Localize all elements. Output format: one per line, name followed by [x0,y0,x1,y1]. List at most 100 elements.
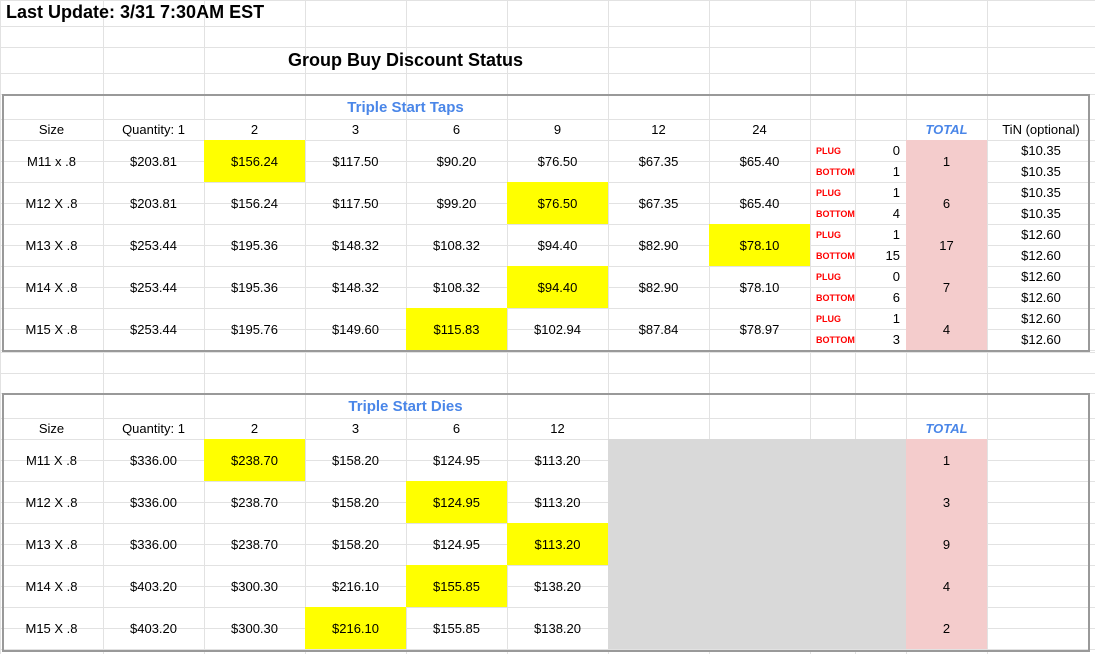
taps-header-cell[interactable]: 9 [507,119,608,140]
taps-size-cell[interactable]: M12 X .8 [0,182,103,224]
dies-price-cell[interactable]: $138.20 [507,607,608,649]
taps-tin-plug-price[interactable]: $12.60 [987,266,1095,287]
dies-price-cell[interactable]: $113.20 [507,481,608,523]
taps-price-cell[interactable]: $67.35 [608,140,709,182]
taps-tin-bottom-price[interactable]: $12.60 [987,245,1095,266]
dies-price-cell[interactable]: $158.20 [305,481,406,523]
dies-price-cell[interactable]: $336.00 [103,523,204,565]
taps-header-cell[interactable]: 24 [709,119,810,140]
dies-price-cell[interactable]: $155.85 [406,565,507,607]
dies-price-cell[interactable]: $300.30 [204,565,305,607]
taps-price-cell[interactable]: $253.44 [103,266,204,308]
taps-price-cell[interactable]: $76.50 [507,182,608,224]
dies-price-cell[interactable]: $124.95 [406,481,507,523]
taps-tin-bottom-price[interactable]: $12.60 [987,329,1095,350]
taps-plug-count[interactable]: 0 [855,140,906,161]
taps-total-cell[interactable]: 17 [906,224,987,266]
taps-tin-bottom-price[interactable]: $10.35 [987,203,1095,224]
dies-price-cell[interactable]: $155.85 [406,607,507,649]
dies-price-cell[interactable]: $300.30 [204,607,305,649]
taps-price-cell[interactable]: $78.10 [709,224,810,266]
dies-price-cell[interactable]: $238.70 [204,481,305,523]
taps-bottom-count[interactable]: 3 [855,329,906,350]
taps-price-cell[interactable]: $115.83 [406,308,507,350]
taps-price-cell[interactable]: $195.76 [204,308,305,350]
taps-size-cell[interactable]: M14 X .8 [0,266,103,308]
dies-price-cell[interactable]: $138.20 [507,565,608,607]
taps-plug-count[interactable]: 1 [855,308,906,329]
dies-header-cell[interactable]: 6 [406,418,507,439]
taps-size-cell[interactable]: M13 X .8 [0,224,103,266]
taps-header-cell[interactable]: Size [0,119,103,140]
taps-price-cell[interactable]: $90.20 [406,140,507,182]
taps-tin-plug-price[interactable]: $10.35 [987,140,1095,161]
taps-plug-label[interactable]: PLUG [810,224,855,245]
dies-header-cell[interactable]: Quantity: 1 [103,418,204,439]
taps-bottom-label[interactable]: BOTTOM [810,329,855,350]
taps-price-cell[interactable]: $148.32 [305,266,406,308]
taps-plug-label[interactable]: PLUG [810,182,855,203]
dies-price-cell[interactable]: $158.20 [305,523,406,565]
taps-bottom-count[interactable]: 15 [855,245,906,266]
dies-size-cell[interactable]: M14 X .8 [0,565,103,607]
taps-price-cell[interactable]: $203.81 [103,140,204,182]
dies-price-cell[interactable]: $238.70 [204,523,305,565]
taps-header-cell[interactable]: 2 [204,119,305,140]
taps-header-cell[interactable]: 6 [406,119,507,140]
taps-price-cell[interactable]: $203.81 [103,182,204,224]
dies-price-cell[interactable]: $403.20 [103,565,204,607]
taps-bottom-count[interactable]: 1 [855,161,906,182]
dies-price-cell[interactable]: $336.00 [103,439,204,481]
taps-price-cell[interactable]: $149.60 [305,308,406,350]
taps-bottom-count[interactable]: 4 [855,203,906,224]
taps-total-cell[interactable]: 1 [906,140,987,182]
taps-plug-count[interactable]: 0 [855,266,906,287]
dies-total-cell[interactable]: 1 [906,439,987,481]
dies-size-cell[interactable]: M11 X .8 [0,439,103,481]
taps-price-cell[interactable]: $65.40 [709,182,810,224]
dies-price-cell[interactable]: $158.20 [305,439,406,481]
taps-price-cell[interactable]: $76.50 [507,140,608,182]
taps-price-cell[interactable]: $195.36 [204,224,305,266]
taps-price-cell[interactable]: $87.84 [608,308,709,350]
dies-header-cell[interactable]: 2 [204,418,305,439]
taps-tin-plug-price[interactable]: $12.60 [987,308,1095,329]
taps-size-cell[interactable]: M11 x .8 [0,140,103,182]
dies-price-cell[interactable]: $336.00 [103,481,204,523]
taps-plug-count[interactable]: 1 [855,224,906,245]
dies-price-cell[interactable]: $124.95 [406,439,507,481]
taps-price-cell[interactable]: $253.44 [103,308,204,350]
taps-header-cell[interactable]: Quantity: 1 [103,119,204,140]
dies-price-cell[interactable]: $113.20 [507,523,608,565]
taps-bottom-label[interactable]: BOTTOM [810,287,855,308]
taps-bottom-label[interactable]: BOTTOM [810,161,855,182]
dies-total-cell[interactable]: 3 [906,481,987,523]
taps-bottom-count[interactable]: 6 [855,287,906,308]
taps-price-cell[interactable]: $82.90 [608,266,709,308]
dies-total-cell[interactable]: 2 [906,607,987,649]
dies-price-cell[interactable]: $216.10 [305,607,406,649]
taps-bottom-label[interactable]: BOTTOM [810,203,855,224]
taps-price-cell[interactable]: $78.10 [709,266,810,308]
taps-tin-plug-price[interactable]: $10.35 [987,182,1095,203]
dies-header-cell[interactable]: 3 [305,418,406,439]
taps-tin-plug-price[interactable]: $12.60 [987,224,1095,245]
taps-size-cell[interactable]: M15 X .8 [0,308,103,350]
dies-header-cell[interactable]: Size [0,418,103,439]
dies-price-cell[interactable]: $113.20 [507,439,608,481]
dies-size-cell[interactable]: M13 X .8 [0,523,103,565]
dies-total-cell[interactable]: 4 [906,565,987,607]
taps-price-cell[interactable]: $94.40 [507,266,608,308]
taps-tin-bottom-price[interactable]: $10.35 [987,161,1095,182]
taps-tin-header[interactable]: TiN (optional) [987,119,1095,140]
taps-price-cell[interactable]: $99.20 [406,182,507,224]
taps-plug-count[interactable]: 1 [855,182,906,203]
taps-price-cell[interactable]: $65.40 [709,140,810,182]
taps-plug-label[interactable]: PLUG [810,266,855,287]
dies-size-cell[interactable]: M15 X .8 [0,607,103,649]
taps-tin-bottom-price[interactable]: $12.60 [987,287,1095,308]
taps-plug-label[interactable]: PLUG [810,140,855,161]
dies-price-cell[interactable]: $238.70 [204,439,305,481]
taps-total-header[interactable]: TOTAL [906,119,987,140]
taps-total-cell[interactable]: 4 [906,308,987,350]
